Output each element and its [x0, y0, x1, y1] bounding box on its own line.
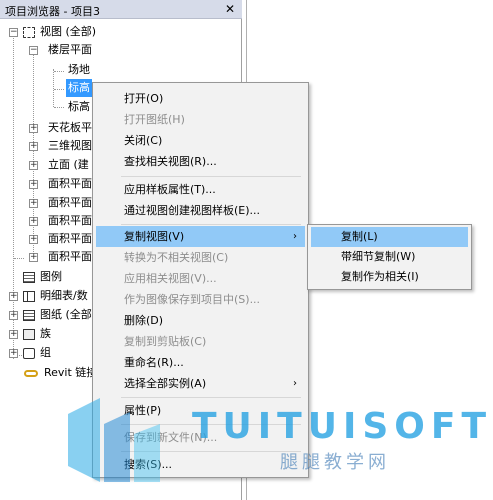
submenu-arrow-icon: ›	[293, 231, 297, 242]
menu-item-open-sheet: 打开图纸(H)	[124, 113, 185, 126]
expand-icon[interactable]: +	[29, 235, 38, 244]
submenu-item-duplicate-as-dependent[interactable]: 复制作为相关(I)	[311, 267, 468, 287]
collapse-icon[interactable]: −	[29, 46, 38, 55]
menu-item-rename[interactable]: 重命名(R)...	[96, 352, 305, 373]
menu-item-apply-template-properties[interactable]: 应用样板属性(T)...	[96, 179, 305, 200]
menu-item-convert-independent: 转换为不相关视图(C)	[124, 251, 229, 264]
context-menu: 打开(O) 打开图纸(H) 关闭(C) 查找相关视图(R)... 应用样板属性(…	[92, 82, 309, 478]
menu-item-save-to-new-file: 保存到新文件(N)...	[124, 431, 218, 444]
tree-line	[54, 71, 64, 72]
menu-item-close[interactable]: 关闭(C)	[96, 130, 305, 151]
menu-separator	[121, 424, 301, 425]
close-icon[interactable]: ✕	[225, 2, 235, 16]
sheet-icon	[23, 310, 35, 321]
submenu-item-duplicate[interactable]: 复制(L)	[311, 227, 468, 247]
expand-icon[interactable]: +	[29, 217, 38, 226]
duplicate-view-submenu: 复制(L) 带细节复制(W) 复制作为相关(I)	[307, 224, 472, 290]
group-icon	[23, 348, 35, 359]
tree-line	[33, 52, 34, 260]
expand-icon[interactable]: +	[29, 142, 38, 151]
schedule-icon	[23, 291, 35, 302]
expand-icon[interactable]: +	[9, 349, 18, 358]
expand-icon[interactable]: +	[9, 330, 18, 339]
menu-item-find-related-views[interactable]: 查找相关视图(R)...	[96, 151, 305, 172]
menu-item-select-all-instances[interactable]: 选择全部实例(A) ›	[96, 373, 305, 394]
menu-item-save-as-image: 作为图像保存到项目中(S)...	[124, 293, 261, 306]
menu-item-apply-dependent-views: 应用相关视图(V)...	[124, 272, 217, 285]
expand-icon[interactable]: +	[29, 124, 38, 133]
menu-item-delete[interactable]: 删除(D)	[96, 310, 305, 331]
expand-icon[interactable]: +	[29, 180, 38, 189]
legend-icon	[23, 272, 35, 283]
submenu-item-duplicate-with-detailing[interactable]: 带细节复制(W)	[311, 247, 468, 267]
panel-title: 项目浏览器 - 项目3	[5, 5, 100, 18]
menu-item-search[interactable]: 搜索(S)...	[96, 454, 305, 475]
menu-item-create-view-template[interactable]: 通过视图创建视图样板(E)...	[96, 200, 305, 221]
expand-icon[interactable]: +	[29, 253, 38, 262]
view-icon	[23, 27, 35, 38]
link-icon	[24, 370, 38, 377]
tree-line	[14, 258, 24, 259]
tree-line	[54, 107, 64, 108]
expand-icon[interactable]: +	[29, 161, 38, 170]
menu-item-copy-to-clipboard: 复制到剪贴板(C)	[124, 335, 207, 348]
menu-item-duplicate-view[interactable]: 复制视图(V) ›	[96, 226, 305, 247]
expand-icon[interactable]: +	[9, 292, 18, 301]
tree-line	[54, 89, 64, 90]
expand-icon[interactable]: +	[29, 199, 38, 208]
expand-icon[interactable]: +	[9, 311, 18, 320]
panel-titlebar: 项目浏览器 - 项目3 ✕	[0, 0, 242, 19]
menu-separator	[121, 224, 301, 225]
menu-item-open[interactable]: 打开(O)	[96, 88, 305, 109]
tree-line	[53, 69, 54, 107]
collapse-icon[interactable]: −	[9, 28, 18, 37]
menu-separator	[121, 397, 301, 398]
menu-item-properties[interactable]: 属性(P)	[96, 400, 305, 421]
menu-separator	[121, 451, 301, 452]
submenu-arrow-icon: ›	[293, 378, 297, 389]
menu-separator	[121, 176, 301, 177]
family-icon	[23, 329, 35, 340]
